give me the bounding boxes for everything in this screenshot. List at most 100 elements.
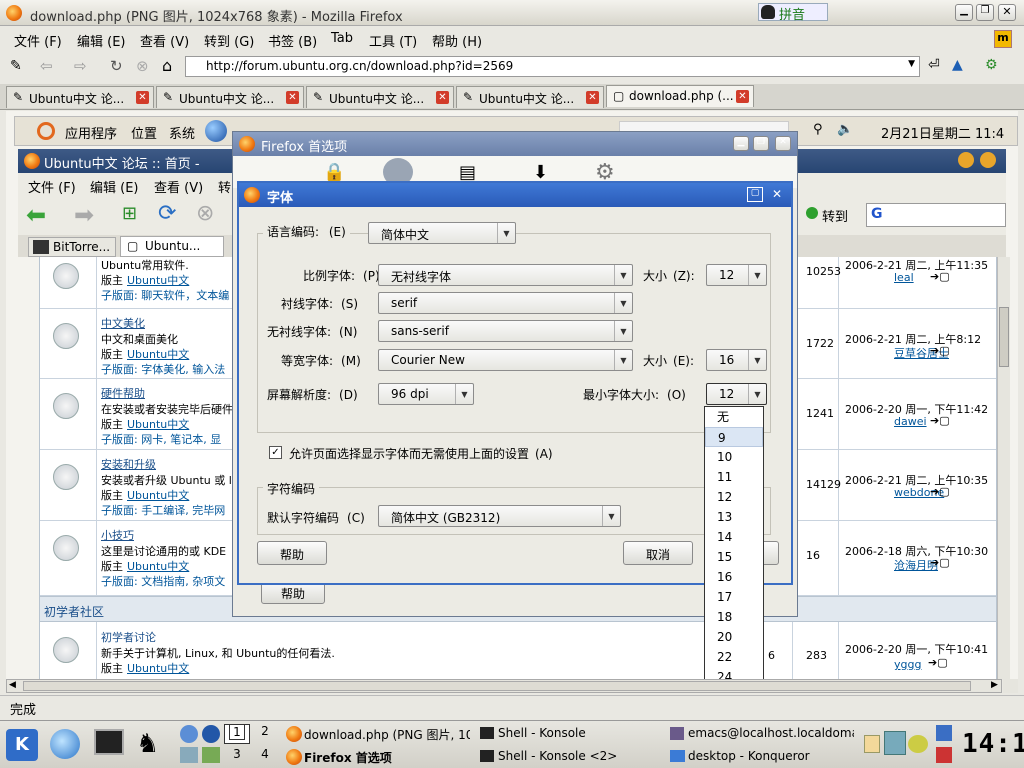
inner-goto-label[interactable]: 转到 [822, 206, 848, 225]
forum-moderator[interactable]: Ubuntu中文 [127, 272, 189, 288]
allow-fonts-checkbox[interactable]: ✓ [269, 446, 282, 459]
tab-close-icon[interactable]: ✕ [586, 91, 599, 104]
forum-moderator[interactable]: Ubuntu中文 [127, 558, 189, 574]
maximize-button[interactable]: ❐ [976, 4, 994, 21]
scroll-right-icon[interactable]: ▶ [991, 680, 998, 690]
dropdown-option[interactable]: 10 [705, 447, 763, 467]
task-item[interactable]: Shell - Konsole [478, 724, 658, 744]
desktop-1[interactable]: 1 [224, 724, 250, 744]
url-dropdown-icon[interactable]: ▼ [908, 59, 915, 69]
forum-moderator[interactable]: Ubuntu中文 [127, 660, 189, 676]
forum-moderator[interactable]: Ubuntu中文 [127, 346, 189, 362]
resolution-select[interactable]: 96 dpi ▼ [378, 383, 474, 405]
dropdown-option[interactable]: 13 [705, 507, 763, 527]
forum-title[interactable]: 硬件帮助 [101, 385, 145, 401]
dropdown-option[interactable]: 12 [705, 487, 763, 507]
forum-title[interactable]: 小技巧 [101, 527, 134, 543]
network-icon[interactable] [180, 725, 198, 743]
menu-file[interactable]: 文件 (F) [14, 31, 62, 50]
task-item[interactable]: Shell - Konsole <2> [478, 747, 658, 767]
forum-last-user[interactable]: leal [894, 271, 914, 284]
scroll-left-icon[interactable]: ◀ [9, 680, 16, 690]
inner-newtab-icon[interactable]: ⊞ [122, 203, 137, 224]
stop-icon[interactable]: ⊗ [136, 57, 149, 75]
scroll-thumb[interactable] [999, 307, 1009, 367]
books-icon[interactable] [202, 747, 220, 763]
reload-icon[interactable]: ↻ [110, 57, 123, 75]
konqueror-icon[interactable] [50, 729, 80, 759]
menu-tab[interactable]: Tab [331, 31, 353, 46]
goto-post-icon[interactable]: ➔▢ [930, 414, 950, 427]
tray-logout-icon[interactable] [936, 747, 952, 763]
globe-icon[interactable] [202, 725, 220, 743]
browser-tab[interactable]: ✎ Ubuntu中文 论... ✕ [156, 86, 304, 108]
task-item[interactable]: emacs@localhost.localdomai [668, 724, 854, 744]
fonts-close-button[interactable]: ✕ [769, 187, 785, 202]
prefs-maximize-button[interactable]: ❐ [753, 136, 769, 151]
tab-close-icon[interactable]: ✕ [736, 90, 749, 103]
dropdown-option[interactable]: 15 [705, 547, 763, 567]
vertical-scrollbar[interactable] [997, 257, 1010, 679]
dropdown-option[interactable]: 无 [705, 407, 763, 427]
serif-font-select[interactable]: serif ▼ [378, 292, 633, 314]
menu-tools[interactable]: 工具 (T) [369, 31, 417, 50]
privacy-doc-icon[interactable]: ▤ [459, 162, 476, 183]
forum-moderator[interactable]: Ubuntu中文 [127, 416, 189, 432]
monospace-size-select[interactable]: 16 ▼ [706, 349, 767, 371]
general-lock-icon[interactable]: 🔒 [323, 162, 345, 183]
inner-menu-go[interactable]: 转 [218, 177, 231, 196]
mail-icon[interactable] [180, 747, 198, 763]
browser-tab-active[interactable]: ▢ download.php (... ✕ [606, 85, 754, 107]
home-icon[interactable]: ⌂ [162, 56, 172, 75]
inner-menu-file[interactable]: 文件 (F) [28, 177, 76, 196]
fonts-cancel-button[interactable]: 取消 [623, 541, 693, 565]
forum-title[interactable]: 初学者讨论 [101, 629, 156, 645]
tray-network-icon[interactable] [884, 731, 906, 755]
allow-fonts-label[interactable]: 允许页面选择显示字体而无需使用上面的设置 (A) [289, 445, 553, 462]
dropdown-option[interactable]: 16 [705, 567, 763, 587]
goto-post-icon[interactable]: ➔▢ [930, 556, 950, 569]
edit-icon[interactable]: ✎ [10, 58, 22, 74]
dropdown-option[interactable]: 11 [705, 467, 763, 487]
fonts-help-button[interactable]: 帮助 [257, 541, 327, 565]
inner-forward-icon[interactable]: ➡ [74, 201, 94, 229]
min-font-size-select[interactable]: 12 ▼ [706, 383, 767, 405]
sans-serif-font-select[interactable]: sans-serif ▼ [378, 320, 633, 342]
forum-title[interactable]: 安装和升级 [101, 456, 156, 472]
proportional-font-select[interactable]: 无衬线字体 ▼ [378, 264, 633, 286]
fonts-maximize-button[interactable]: ▢ [747, 187, 763, 202]
dropdown-option[interactable]: 14 [705, 527, 763, 547]
menu-help[interactable]: 帮助 (H) [432, 31, 482, 50]
task-item-active[interactable]: Firefox 首选项 [284, 747, 470, 767]
ime-indicator[interactable]: 拼音 [758, 3, 828, 23]
desktop-3[interactable]: 3 [224, 747, 250, 767]
inner-max-icon[interactable] [958, 152, 974, 168]
close-button[interactable]: ✕ [998, 4, 1016, 21]
horizontal-scrollbar[interactable]: ◀ ▶ [6, 679, 1002, 693]
encoding-select[interactable]: 简体中文 (GB2312) ▼ [378, 505, 621, 527]
forum-moderator[interactable]: Ubuntu中文 [127, 487, 189, 503]
dropdown-option[interactable]: 22 [705, 647, 763, 667]
tray-k-icon[interactable] [864, 735, 880, 753]
forum-last-user[interactable]: dawei [894, 415, 927, 428]
goto-post-icon[interactable]: ➔▢ [930, 270, 950, 283]
monospace-font-select[interactable]: Courier New ▼ [378, 349, 633, 371]
goto-post-icon[interactable]: ➔▢ [930, 344, 950, 357]
goto-post-icon[interactable]: ➔▢ [928, 656, 948, 669]
task-item[interactable]: desktop - Konqueror [668, 747, 854, 767]
places-menu[interactable]: 位置 [131, 123, 157, 142]
menu-bookmarks[interactable]: 书签 (B) [268, 31, 317, 50]
menu-view[interactable]: 查看 (V) [140, 31, 189, 50]
go-icon[interactable]: ⏎ [928, 57, 940, 73]
desktop-2[interactable]: 2 [252, 724, 278, 744]
tab-close-icon[interactable]: ✕ [436, 91, 449, 104]
menu-go[interactable]: 转到 (G) [204, 31, 254, 50]
section-title[interactable]: 初学者社区 [44, 605, 104, 619]
minimize-button[interactable]: ▁ [955, 4, 973, 21]
tab-close-icon[interactable]: ✕ [136, 91, 149, 104]
tray-update-icon[interactable] [908, 735, 928, 753]
inner-back-icon[interactable]: ⬅ [26, 201, 46, 229]
font-size-select[interactable]: 12 ▼ [706, 264, 767, 286]
inner-search-field[interactable]: G [866, 203, 1006, 227]
inner-stop-icon[interactable]: ⊗ [196, 201, 214, 226]
